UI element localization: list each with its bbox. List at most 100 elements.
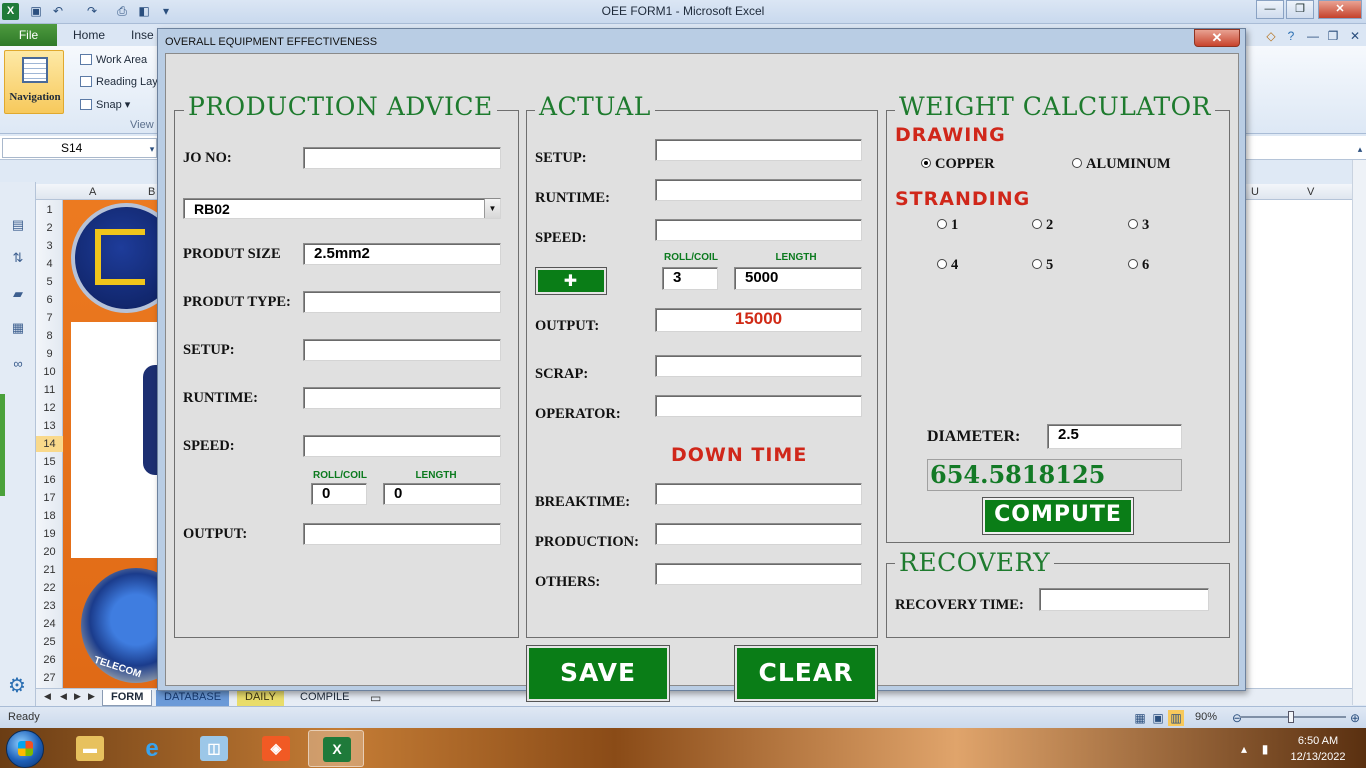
taskbar-excel[interactable]: X: [308, 730, 364, 767]
print-preview-icon[interactable]: ⎙: [114, 3, 130, 19]
binoculars-icon[interactable]: ∞: [9, 357, 27, 371]
row-header[interactable]: 14: [36, 436, 63, 452]
row-header[interactable]: 6: [36, 292, 63, 308]
sort-icon[interactable]: ⇅: [9, 251, 27, 265]
column-header-u[interactable]: U: [1251, 186, 1259, 198]
row-header[interactable]: 27: [36, 670, 63, 686]
pa-setup-input[interactable]: [303, 339, 501, 361]
formula-expand-icon[interactable]: ▴: [1352, 141, 1366, 157]
pa-length-input[interactable]: 0: [383, 483, 501, 505]
actual-roll-input[interactable]: 3: [662, 267, 718, 290]
sheet-tab-compile[interactable]: COMPILE: [292, 690, 358, 706]
zoom-in-icon[interactable]: ⊕: [1347, 710, 1363, 726]
tab-insert[interactable]: Inse: [131, 28, 154, 42]
excel-close-button[interactable]: ✕: [1318, 0, 1362, 19]
page-layout-icon[interactable]: ▣: [1150, 710, 1166, 726]
product-type-input[interactable]: [303, 291, 501, 313]
recovery-time-input[interactable]: [1039, 588, 1209, 611]
row-header[interactable]: 24: [36, 616, 63, 632]
row-header[interactable]: 3: [36, 238, 63, 254]
chevron-down-icon[interactable]: ▼: [484, 199, 500, 218]
actual-setup-input[interactable]: [655, 139, 862, 161]
grid-right[interactable]: [1244, 200, 1352, 688]
zoom-out-icon[interactable]: ⊖: [1229, 710, 1245, 726]
row-header[interactable]: 21: [36, 562, 63, 578]
compute-button[interactable]: COMPUTE: [982, 497, 1134, 535]
row-header[interactable]: 25: [36, 634, 63, 650]
start-button[interactable]: [6, 730, 44, 768]
production-input[interactable]: [655, 523, 862, 545]
row-header[interactable]: 22: [36, 580, 63, 596]
gear-icon[interactable]: ⚙: [6, 675, 28, 697]
actual-runtime-input[interactable]: [655, 179, 862, 201]
minimize-button[interactable]: —: [1256, 0, 1284, 19]
taskbar-clock[interactable]: 6:50 AM 12/13/2022: [1278, 733, 1358, 765]
taskbar-ie[interactable]: e: [124, 730, 180, 767]
next-sheet-icon[interactable]: ▶: [74, 691, 81, 702]
form-close-button[interactable]: ✕: [1194, 29, 1240, 47]
taskbar-brave[interactable]: ◈: [248, 730, 304, 767]
column-header-a[interactable]: A: [89, 186, 96, 198]
clear-button[interactable]: CLEAR: [734, 645, 878, 702]
row-header[interactable]: 23: [36, 598, 63, 614]
pa-output-input[interactable]: [303, 523, 501, 545]
scrap-input[interactable]: [655, 355, 862, 377]
work-area-button[interactable]: Work Area: [80, 54, 147, 66]
vertical-scrollbar[interactable]: [1352, 160, 1366, 705]
row-header[interactable]: 10: [36, 364, 63, 380]
qat-dropdown-icon[interactable]: ▾: [158, 3, 174, 19]
row-header[interactable]: 17: [36, 490, 63, 506]
normal-view-icon[interactable]: ▦: [1132, 710, 1148, 726]
row-header[interactable]: 1: [36, 202, 63, 218]
actual-length-input[interactable]: 5000: [734, 267, 862, 290]
strand-radio-3[interactable]: 3: [1128, 217, 1149, 234]
strand-radio-4[interactable]: 4: [937, 257, 958, 274]
help-icon[interactable]: ?: [1283, 28, 1299, 44]
row-header[interactable]: 7: [36, 310, 63, 326]
tray-arrow-icon[interactable]: ▴: [1236, 741, 1252, 757]
operator-input[interactable]: [655, 395, 862, 417]
navigation-button[interactable]: Navigation: [4, 50, 64, 114]
aluminum-radio[interactable]: ALUMINUM: [1072, 156, 1171, 173]
add-button[interactable]: ✚: [535, 267, 607, 295]
row-header[interactable]: 13: [36, 418, 63, 434]
tab-file[interactable]: File: [0, 24, 57, 46]
row-header[interactable]: 18: [36, 508, 63, 524]
snap-button[interactable]: Snap ▾: [80, 98, 130, 111]
last-sheet-icon[interactable]: ▶: [88, 691, 95, 702]
network-icon[interactable]: ▮: [1257, 741, 1273, 757]
strand-radio-1[interactable]: 1: [937, 217, 958, 234]
wb-minimize-icon[interactable]: —: [1305, 28, 1321, 44]
wb-close-icon[interactable]: ✕: [1347, 28, 1363, 44]
restore-button[interactable]: ❐: [1286, 0, 1314, 19]
actual-speed-input[interactable]: [655, 219, 862, 241]
row-header[interactable]: 20: [36, 544, 63, 560]
filter-icon[interactable]: ▰: [9, 287, 27, 301]
wb-restore-icon[interactable]: ❐: [1325, 28, 1341, 44]
others-input[interactable]: [655, 563, 862, 585]
diameter-input[interactable]: 2.5: [1047, 424, 1182, 449]
row-header[interactable]: 9: [36, 346, 63, 362]
machine-combobox[interactable]: RB02 ▼: [183, 198, 501, 219]
help-up-icon[interactable]: ◇: [1263, 28, 1279, 44]
row-header[interactable]: 11: [36, 382, 63, 398]
row-header[interactable]: 15: [36, 454, 63, 470]
format-icon[interactable]: ◧: [136, 3, 152, 19]
sheet-tab-form[interactable]: FORM: [102, 690, 153, 706]
row-header[interactable]: 4: [36, 256, 63, 272]
save-icon[interactable]: ▣: [28, 3, 44, 19]
first-sheet-icon[interactable]: ◀: [44, 691, 51, 702]
grid-icon[interactable]: ▦: [9, 321, 27, 335]
pa-speed-input[interactable]: [303, 435, 501, 457]
reading-layout-button[interactable]: Reading Lay: [80, 76, 158, 88]
row-header[interactable]: 16: [36, 472, 63, 488]
redo-icon[interactable]: ↷: [84, 3, 100, 19]
copper-radio[interactable]: COPPER: [921, 156, 995, 173]
jo-no-input[interactable]: [303, 147, 501, 169]
strand-radio-5[interactable]: 5: [1032, 257, 1053, 274]
insert-sheet-icon[interactable]: ▭: [370, 691, 381, 705]
actual-output-input[interactable]: 15000: [655, 308, 862, 332]
sheet-tab-daily[interactable]: DAILY: [237, 690, 284, 706]
name-box[interactable]: S14: [2, 138, 157, 158]
product-size-input[interactable]: 2.5mm2: [303, 243, 501, 265]
